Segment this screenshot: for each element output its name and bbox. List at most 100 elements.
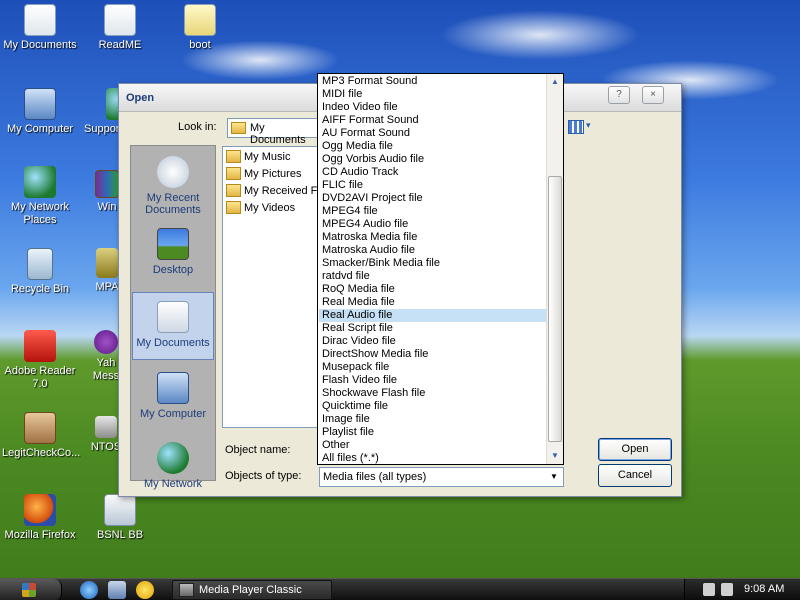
file-type-option[interactable]: Real Script file	[319, 322, 547, 335]
chevron-down-icon[interactable]: ▾	[586, 120, 591, 131]
file-type-dropdown[interactable]: MP3 Format Sound MIDI file Indeo Video fil…	[317, 73, 564, 465]
dropdown-scrollbar[interactable]: ▲ ▼	[546, 74, 563, 464]
views-menu-icon[interactable]	[568, 120, 584, 134]
scrollbar-thumb[interactable]	[548, 176, 562, 442]
desktop-icon-mozilla-firefox[interactable]: Mozilla Firefox	[2, 494, 78, 542]
list-item[interactable]: My Received Fil	[226, 183, 322, 199]
taskbar-button-label: Media Player Classic	[199, 584, 302, 596]
folder-icon	[231, 122, 246, 134]
file-type-option[interactable]: Smacker/Bink Media file	[319, 257, 547, 270]
text-file-icon	[104, 4, 136, 36]
music-folder-icon	[226, 150, 241, 163]
objects-of-type-label: Objects of type:	[225, 470, 302, 482]
place-label: Desktop	[152, 264, 194, 276]
file-type-option[interactable]: MIDI file	[319, 88, 547, 101]
place-my-documents[interactable]: My Documents	[132, 292, 214, 360]
file-type-option[interactable]: Matroska Media file	[319, 231, 547, 244]
desktop-icon-readme[interactable]: ReadME	[82, 4, 158, 52]
file-type-option[interactable]: AIFF Format Sound	[319, 114, 547, 127]
clock[interactable]: 9:08 AM	[744, 583, 784, 595]
desktop-icon-legitcheck[interactable]: LegitCheckCo...	[2, 412, 80, 460]
scroll-up-arrow-icon[interactable]: ▲	[547, 74, 563, 90]
file-type-option[interactable]: Matroska Audio file	[319, 244, 547, 257]
help-button[interactable]: ?	[608, 86, 630, 104]
file-type-option[interactable]: ratdvd file	[319, 270, 547, 283]
place-my-computer[interactable]: My Computer	[132, 364, 214, 432]
file-type-option[interactable]: Musepack file	[319, 361, 547, 374]
computer-icon	[157, 372, 189, 404]
file-type-option[interactable]: Indeo Video file	[319, 101, 547, 114]
file-type-option[interactable]: CD Audio Track	[319, 166, 547, 179]
desktop-icon-label: ReadME	[98, 39, 142, 51]
show-desktop-icon[interactable]	[108, 581, 126, 599]
tray-app-icon[interactable]	[703, 583, 715, 596]
file-type-option[interactable]: DirectShow Media file	[319, 348, 547, 361]
messenger-icon[interactable]	[136, 581, 154, 599]
network-tray-icon[interactable]	[721, 583, 733, 596]
file-type-option[interactable]: FLIC file	[319, 179, 547, 192]
place-label: My Documents	[136, 337, 210, 349]
file-type-option[interactable]: Ogg Vorbis Audio file	[319, 153, 547, 166]
network-globe-icon	[24, 166, 56, 198]
archive-icon	[95, 170, 119, 198]
start-button[interactable]	[0, 579, 62, 600]
file-type-option[interactable]: Playlist file	[319, 426, 547, 439]
close-button[interactable]: ×	[642, 86, 664, 104]
file-type-option[interactable]: Shockwave Flash file	[319, 387, 547, 400]
desktop-icon-label: My Network Places	[10, 201, 70, 226]
system-tray: 9:08 AM	[684, 579, 800, 600]
file-type-option[interactable]: Image file	[319, 413, 547, 426]
place-label: My Network	[143, 478, 203, 490]
file-type-option[interactable]: Dirac Video file	[319, 335, 547, 348]
gear-icon	[95, 416, 117, 438]
file-type-option[interactable]: Ogg Media file	[319, 140, 547, 153]
adobe-reader-icon	[24, 330, 56, 362]
place-label: My Recent Documents	[145, 192, 201, 216]
list-item[interactable]: My Music	[226, 149, 290, 165]
file-type-option[interactable]: Flash Video file	[319, 374, 547, 387]
file-type-option[interactable]: RoQ Media file	[319, 283, 547, 296]
desktop-icon-label: My Computer	[6, 123, 74, 135]
cancel-button[interactable]: Cancel	[598, 464, 672, 487]
desktop-icon-recycle-bin[interactable]: Recycle Bin	[2, 248, 78, 296]
places-bar: My Recent Documents Desktop My Documents…	[130, 145, 216, 490]
place-my-recent-documents[interactable]: My Recent Documents	[132, 148, 214, 216]
file-type-option[interactable]: DVD2AVI Project file	[319, 192, 547, 205]
file-type-option[interactable]: Real Media file	[319, 296, 547, 309]
pictures-folder-icon	[226, 167, 241, 180]
list-item[interactable]: My Videos	[226, 200, 295, 216]
look-in-label: Look in:	[178, 121, 217, 133]
desktop-icon-boot[interactable]: boot	[162, 4, 238, 52]
objects-of-type-select[interactable]: Media files (all types) ▼	[319, 467, 564, 487]
look-in-combo[interactable]: My Documents	[227, 118, 322, 146]
list-item[interactable]: My Pictures	[226, 166, 301, 182]
file-type-option[interactable]: MP3 Format Sound	[319, 75, 547, 88]
file-name: My Videos	[244, 202, 296, 214]
desktop-icon-my-computer[interactable]: My Computer	[2, 88, 78, 136]
file-type-option[interactable]: MPEG4 Audio file	[319, 218, 547, 231]
place-my-network[interactable]: My Network	[132, 434, 214, 502]
network-globe-icon	[157, 442, 189, 474]
desktop-icon-label: Recycle Bin	[10, 283, 70, 295]
internet-explorer-icon[interactable]	[80, 581, 98, 599]
open-button[interactable]: Open	[598, 438, 672, 461]
file-type-option[interactable]: Other	[319, 439, 547, 452]
file-type-option[interactable]: AU Format Sound	[319, 127, 547, 140]
file-type-option[interactable]: Quicktime file	[319, 400, 547, 413]
chevron-down-icon[interactable]: ▼	[547, 468, 561, 486]
place-desktop[interactable]: Desktop	[132, 220, 214, 288]
file-type-option[interactable]: Real Audio file	[319, 309, 547, 322]
taskbar-button-media-player-classic[interactable]: Media Player Classic	[172, 580, 332, 600]
documents-icon	[24, 4, 56, 36]
look-in-value: My Documents	[250, 122, 306, 146]
file-type-option[interactable]: All files (*.*)	[319, 452, 547, 464]
recycle-bin-icon	[27, 248, 53, 280]
desktop-icon-my-documents[interactable]: My Documents	[2, 4, 78, 52]
object-name-label: Object name:	[225, 444, 291, 456]
desktop-icon-my-network-places[interactable]: My Network Places	[2, 166, 78, 227]
place-label: My Computer	[139, 408, 207, 420]
scroll-down-arrow-icon[interactable]: ▼	[547, 448, 563, 464]
desktop-icon-adobe-reader[interactable]: Adobe Reader 7.0	[2, 330, 78, 391]
desktop-icon-label: Mozilla Firefox	[4, 529, 76, 541]
file-type-option[interactable]: MPEG4 file	[319, 205, 547, 218]
